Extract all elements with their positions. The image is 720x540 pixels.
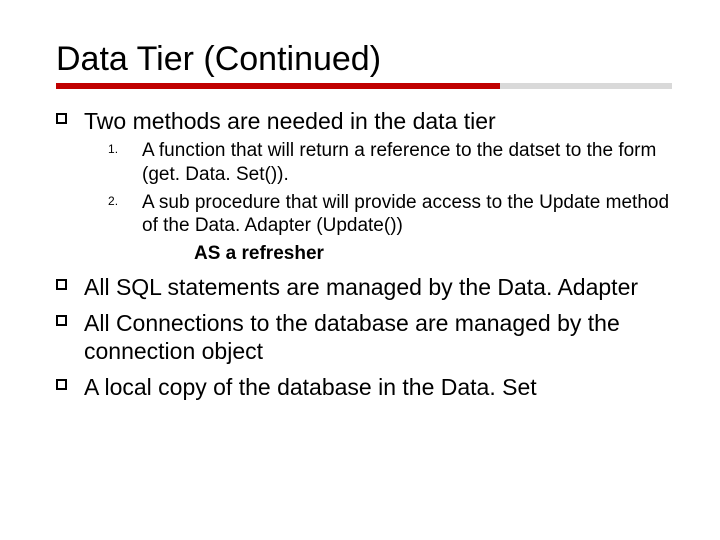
title-underline [56, 83, 672, 89]
numbered-text: A sub procedure that will provide access… [142, 192, 669, 237]
bullet-list: Two methods are needed in the data tier … [56, 107, 672, 401]
bullet-item: All SQL statements are managed by the Da… [56, 273, 672, 301]
slide: Data Tier (Continued) Two methods are ne… [0, 0, 720, 540]
slide-title: Data Tier (Continued) [56, 40, 672, 79]
bullet-text: All Connections to the database are mana… [84, 310, 620, 364]
numbered-item: A function that will return a reference … [108, 139, 672, 187]
bullet-text: A local copy of the database in the Data… [84, 374, 537, 400]
numbered-item: A sub procedure that will provide access… [108, 191, 672, 239]
refresher-label: AS a refresher [194, 242, 672, 265]
bullet-item: All Connections to the database are mana… [56, 309, 672, 365]
numbered-text: A function that will return a reference … [142, 140, 656, 185]
bullet-text: Two methods are needed in the data tier [84, 108, 496, 134]
bullet-item: Two methods are needed in the data tier … [56, 107, 672, 265]
bullet-item: A local copy of the database in the Data… [56, 373, 672, 401]
numbered-list: A function that will return a reference … [108, 139, 672, 238]
bullet-text: All SQL statements are managed by the Da… [84, 274, 638, 300]
